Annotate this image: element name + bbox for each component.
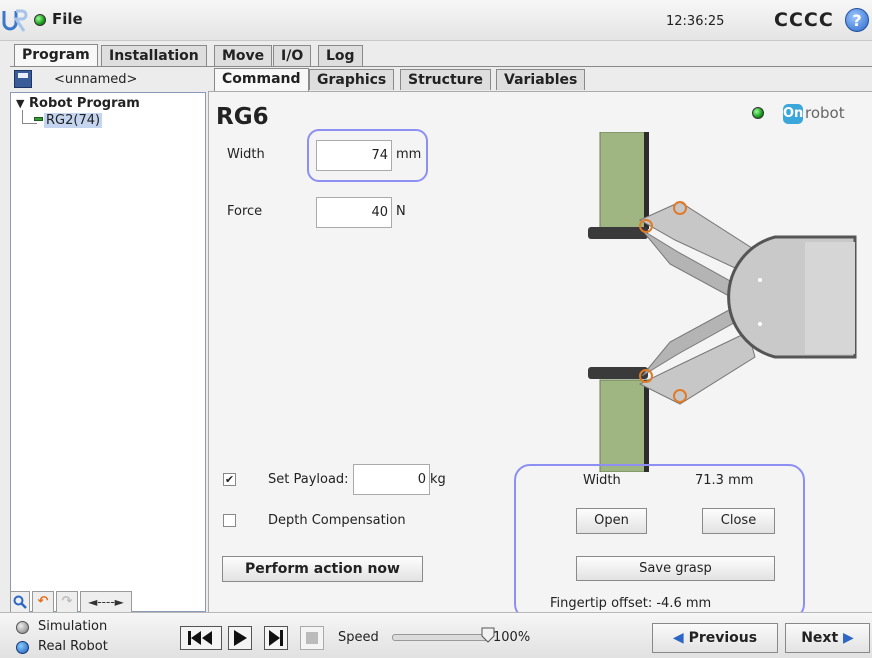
tab-structure[interactable]: Structure (400, 69, 492, 90)
payload-input[interactable]: 0 (353, 464, 430, 495)
previous-button[interactable]: ◀ Previous (652, 623, 778, 653)
tab-move[interactable]: Move (214, 45, 273, 66)
gripper-width-readout: 71.3 mm (695, 473, 754, 488)
tab-variables[interactable]: Variables (496, 69, 586, 90)
program-tree (10, 92, 206, 612)
program-file-name: <unnamed> (54, 72, 138, 87)
speed-value: 100% (493, 630, 531, 645)
tab-program[interactable]: Program (14, 44, 98, 67)
tab-io[interactable]: I/O (273, 45, 312, 66)
page-title: RG6 (216, 104, 269, 130)
width-unit: mm (396, 147, 422, 162)
move-node-button[interactable]: ◄----► (80, 591, 132, 613)
open-button[interactable]: Open (576, 508, 647, 534)
save-icon[interactable] (14, 70, 32, 88)
onrobot-logo-text: robot (805, 104, 845, 122)
set-payload-checkbox[interactable]: ✔ (223, 473, 236, 486)
width-label: Width (227, 147, 265, 162)
tab-installation[interactable]: Installation (101, 45, 207, 66)
robot-status-icon (34, 14, 46, 26)
next-button[interactable]: Next ▶ (785, 623, 870, 653)
tab-log[interactable]: Log (318, 45, 363, 66)
set-payload-label: Set Payload: (268, 472, 349, 487)
payload-unit: kg (430, 472, 446, 487)
onrobot-logo: On (783, 104, 803, 124)
perform-action-button[interactable]: Perform action now (222, 556, 423, 582)
expand-triangle-icon: ▼ (16, 97, 25, 110)
tree-root-label: Robot Program (29, 96, 140, 111)
redo-icon[interactable]: ↷ (56, 591, 78, 613)
title-bar (0, 0, 872, 41)
tab-command[interactable]: Command (214, 68, 309, 91)
simulation-radio-icon[interactable] (16, 621, 29, 634)
search-icon[interactable] (10, 591, 30, 613)
speed-slider-track[interactable] (392, 634, 490, 641)
force-unit: N (396, 204, 406, 219)
tree-item-rg2[interactable]: RG2(74) (44, 113, 103, 128)
gripper-node-icon (34, 117, 43, 121)
force-label: Force (227, 204, 263, 219)
next-label: Next (801, 630, 839, 646)
robot-name: CCCC (774, 9, 834, 31)
arrow-left-icon: ◀ (672, 630, 684, 646)
gripper-width-label: Width (583, 473, 621, 488)
save-grasp-button[interactable]: Save grasp (576, 556, 775, 581)
depth-compensation-checkbox[interactable] (223, 514, 236, 527)
stop-button[interactable] (300, 626, 324, 650)
tree-root[interactable]: ▼ Robot Program (16, 96, 140, 111)
arrow-right-icon: ▶ (843, 630, 854, 646)
simulation-label[interactable]: Simulation (38, 619, 107, 634)
width-input[interactable]: 74 (316, 140, 392, 171)
real-robot-radio-icon[interactable] (16, 641, 29, 654)
force-input[interactable]: 40 (316, 197, 392, 228)
gripper-status-icon (752, 107, 764, 119)
tab-graphics[interactable]: Graphics (309, 69, 395, 90)
fingertip-offset: Fingertip offset: -4.6 mm (550, 596, 712, 611)
play-button[interactable] (228, 626, 252, 650)
file-menu[interactable]: File (52, 10, 83, 28)
rewind-button[interactable] (180, 626, 222, 650)
step-button[interactable] (264, 626, 288, 650)
tab-divider (10, 66, 872, 67)
clock: 12:36:25 (666, 14, 725, 29)
help-icon[interactable]: ? (845, 8, 869, 32)
previous-label: Previous (688, 630, 758, 646)
undo-icon[interactable]: ↶ (32, 591, 54, 613)
speed-label: Speed (338, 630, 379, 645)
gripper-illustration (588, 132, 857, 472)
real-robot-label[interactable]: Real Robot (38, 639, 108, 654)
ur-logo-icon (2, 9, 28, 32)
close-button[interactable]: Close (702, 508, 775, 534)
depth-compensation-label: Depth Compensation (268, 513, 406, 528)
